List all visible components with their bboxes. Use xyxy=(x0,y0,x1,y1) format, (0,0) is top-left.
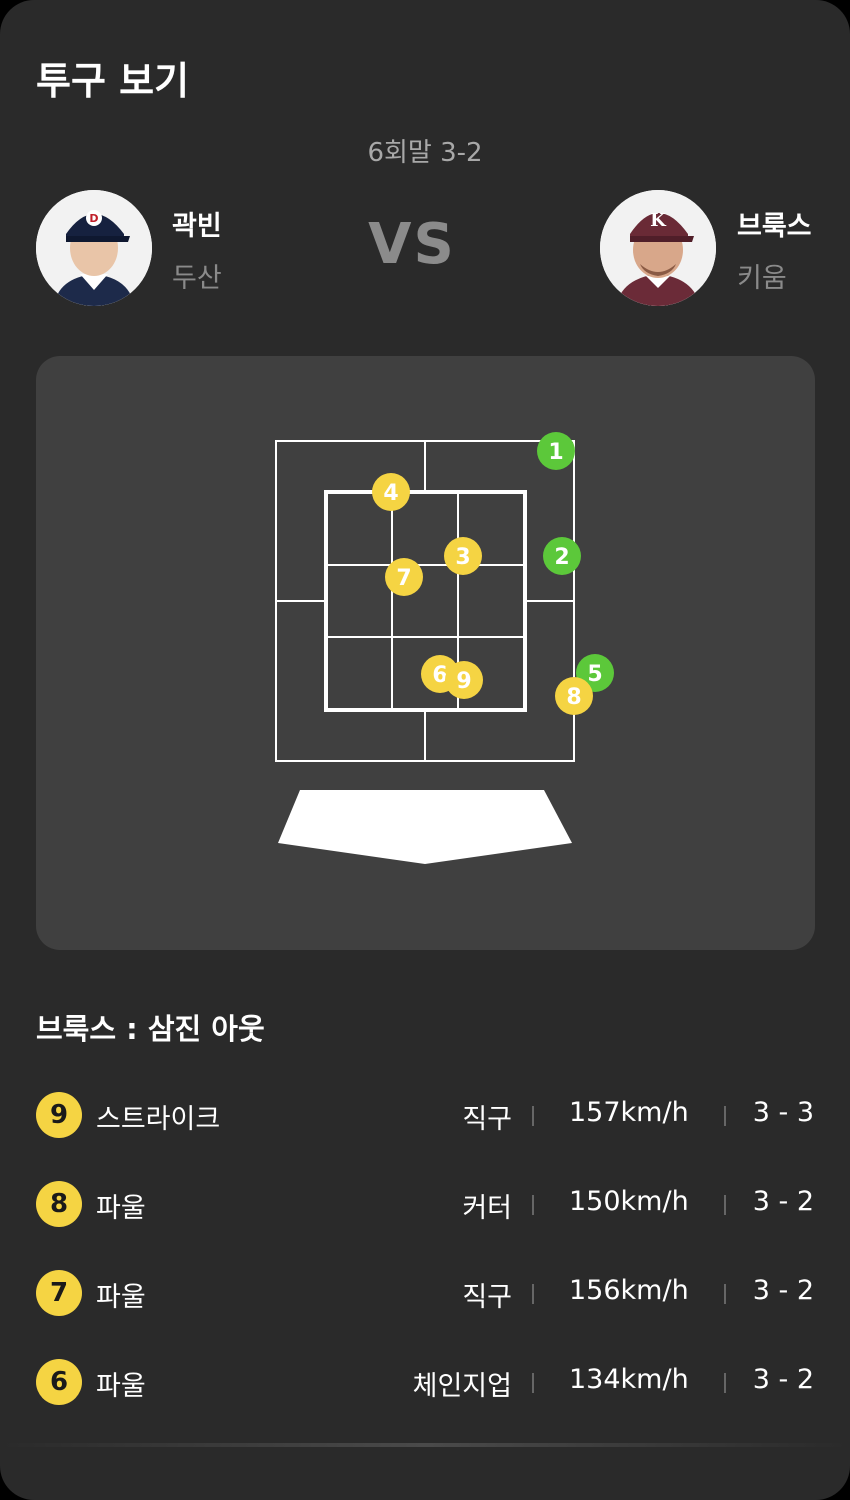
pitch-marker[interactable]: 8 xyxy=(555,677,593,715)
batter-team: 키움 xyxy=(737,263,787,294)
pitch-speed: 150km/h xyxy=(569,1186,689,1217)
pitch-markers: 1 2 3 4 7 5 6 9 8 xyxy=(372,432,614,715)
pitch-log-row[interactable]: 9 스트라이크 직구 157km/h 3 - 3 xyxy=(0,1085,850,1145)
page-title: 투구 보기 xyxy=(36,59,190,103)
pitch-marker-label: 4 xyxy=(383,481,398,506)
batter-photo: K xyxy=(600,190,716,306)
pitch-number-badge: 6 xyxy=(36,1359,82,1405)
pitch-log-row[interactable]: 7 파울 직구 156km/h 3 - 2 xyxy=(0,1263,850,1323)
pitch-marker-label: 1 xyxy=(548,440,563,465)
pitch-marker-label: 5 xyxy=(587,662,602,687)
pitch-marker-label: 9 xyxy=(456,669,471,694)
pitch-marker-label: 7 xyxy=(396,566,411,591)
pitch-event: 파울 xyxy=(96,1282,146,1313)
pitch-speed: 157km/h xyxy=(569,1097,689,1128)
batter-avatar[interactable]: K xyxy=(600,190,716,306)
pitch-speed: 134km/h xyxy=(569,1364,689,1395)
pitch-event: 스트라이크 xyxy=(96,1104,221,1135)
separator xyxy=(724,1373,726,1393)
pitch-event: 파울 xyxy=(96,1193,146,1224)
pitch-speed: 156km/h xyxy=(569,1275,689,1306)
pitch-marker[interactable]: 3 xyxy=(444,537,482,575)
pitch-marker[interactable]: 7 xyxy=(385,558,423,596)
pitch-marker[interactable]: 4 xyxy=(372,473,410,511)
pitch-type: 직구 xyxy=(462,1282,512,1313)
pitch-number-badge: 7 xyxy=(36,1270,82,1316)
pitch-event: 파울 xyxy=(96,1371,146,1402)
ball-strike-count: 3 - 2 xyxy=(752,1275,814,1306)
pitch-view-card: 투구 보기 6회말 3-2 D 곽빈 두산 VS K 브룩스 키움 1 2 3 … xyxy=(0,0,850,1500)
pitch-type: 커터 xyxy=(462,1193,512,1224)
divider xyxy=(0,1443,850,1447)
separator xyxy=(724,1106,726,1126)
inning-score: 6회말 3-2 xyxy=(367,138,483,168)
pitch-marker[interactable]: 1 xyxy=(537,432,575,470)
separator xyxy=(532,1284,534,1304)
pitch-type: 체인지업 xyxy=(412,1371,512,1402)
pitch-marker-label: 8 xyxy=(566,685,581,710)
pitch-log-row[interactable]: 6 파울 체인지업 134km/h 3 - 2 xyxy=(0,1352,850,1412)
pitch-marker-label: 2 xyxy=(554,545,569,570)
pitch-type: 직구 xyxy=(462,1104,512,1135)
separator xyxy=(532,1373,534,1393)
pitch-number-badge: 9 xyxy=(36,1092,82,1138)
ball-strike-count: 3 - 2 xyxy=(752,1364,814,1395)
outer-zone-grid xyxy=(275,440,575,762)
svg-text:K: K xyxy=(650,210,667,231)
ball-strike-count: 3 - 3 xyxy=(752,1097,814,1128)
pitch-location-panel: 1 2 3 4 7 5 69 8 xyxy=(36,356,815,950)
pitch-log-row[interactable]: 8 파울 커터 150km/h 3 - 2 xyxy=(0,1174,850,1234)
batter-name: 브룩스 xyxy=(737,211,812,242)
pitch-marker-label: 3 xyxy=(455,545,470,570)
pitch-marker[interactable]: 9 xyxy=(445,661,483,699)
separator xyxy=(724,1284,726,1304)
pitch-marker-label: 6 xyxy=(432,663,447,688)
separator xyxy=(532,1195,534,1215)
strike-zone-chart: 1 2 3 4 7 5 6 9 8 xyxy=(275,432,614,864)
pitch-number-badge: 8 xyxy=(36,1181,82,1227)
home-plate xyxy=(278,790,572,864)
separator xyxy=(532,1106,534,1126)
ball-strike-count: 3 - 2 xyxy=(752,1186,814,1217)
at-bat-result: 브룩스 : 삼진 아웃 xyxy=(36,1012,265,1046)
separator xyxy=(724,1195,726,1215)
pitch-marker[interactable]: 2 xyxy=(543,537,581,575)
